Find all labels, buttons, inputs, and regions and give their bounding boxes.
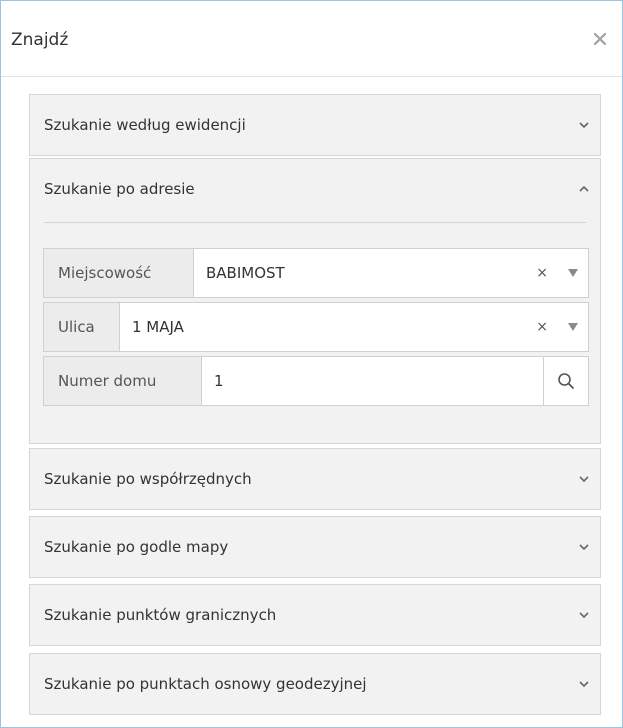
city-field: Miejscowość × bbox=[43, 248, 589, 298]
chevron-down-icon bbox=[579, 122, 589, 129]
chevron-up-icon bbox=[579, 185, 589, 192]
dialog-body: Szukanie według ewidencji Szukanie po ad… bbox=[1, 77, 622, 727]
close-icon[interactable] bbox=[592, 31, 608, 47]
city-input[interactable] bbox=[194, 249, 518, 297]
panel-search-boundary-points: Szukanie punktów granicznych bbox=[29, 584, 601, 646]
panel-header-registry[interactable]: Szukanie według ewidencji bbox=[30, 95, 600, 155]
panel-search-by-map-sheet: Szukanie po godle mapy bbox=[29, 516, 601, 578]
street-label: Ulica bbox=[44, 303, 120, 351]
panel-title: Szukanie po punktach osnowy geodezyjnej bbox=[44, 675, 367, 693]
street-field: Ulica × bbox=[43, 302, 589, 352]
panel-title: Szukanie według ewidencji bbox=[44, 116, 246, 134]
city-label: Miejscowość bbox=[44, 249, 194, 297]
house-number-label: Numer domu bbox=[44, 357, 202, 405]
chevron-down-icon bbox=[579, 681, 589, 688]
chevron-down-icon[interactable] bbox=[568, 323, 578, 331]
chevron-down-icon bbox=[579, 612, 589, 619]
city-clear-button[interactable]: × bbox=[536, 266, 548, 280]
panel-header-coordinates[interactable]: Szukanie po współrzędnych bbox=[30, 449, 600, 509]
panel-title: Szukanie po współrzędnych bbox=[44, 470, 252, 488]
panel-divider bbox=[44, 222, 586, 223]
panel-header-geodetic-points[interactable]: Szukanie po punktach osnowy geodezyjnej bbox=[30, 654, 600, 714]
panel-title: Szukanie po adresie bbox=[44, 180, 195, 198]
street-input[interactable] bbox=[120, 303, 518, 351]
chevron-down-icon bbox=[579, 476, 589, 483]
panel-search-by-address: Szukanie po adresie Miejscowość × Ulica … bbox=[29, 158, 601, 444]
panel-header-address[interactable]: Szukanie po adresie bbox=[30, 159, 600, 219]
panel-search-geodetic-points: Szukanie po punktach osnowy geodezyjnej bbox=[29, 653, 601, 715]
house-number-input[interactable] bbox=[202, 357, 542, 405]
panel-search-by-registry: Szukanie według ewidencji bbox=[29, 94, 601, 156]
dialog-header: Znajdź bbox=[1, 1, 622, 77]
search-icon bbox=[558, 373, 574, 389]
house-number-field: Numer domu bbox=[43, 356, 589, 406]
chevron-down-icon bbox=[579, 544, 589, 551]
find-dialog: Znajdź Szukanie według ewidencji Szukani… bbox=[0, 0, 623, 728]
dialog-title: Znajdź bbox=[11, 30, 69, 50]
search-button[interactable] bbox=[543, 357, 588, 405]
panel-header-map-sheet[interactable]: Szukanie po godle mapy bbox=[30, 517, 600, 577]
panel-title: Szukanie punktów granicznych bbox=[44, 606, 277, 624]
chevron-down-icon[interactable] bbox=[568, 269, 578, 277]
panel-title: Szukanie po godle mapy bbox=[44, 538, 229, 556]
panel-search-by-coordinates: Szukanie po współrzędnych bbox=[29, 448, 601, 510]
street-clear-button[interactable]: × bbox=[536, 320, 548, 334]
panel-header-boundary-points[interactable]: Szukanie punktów granicznych bbox=[30, 585, 600, 645]
